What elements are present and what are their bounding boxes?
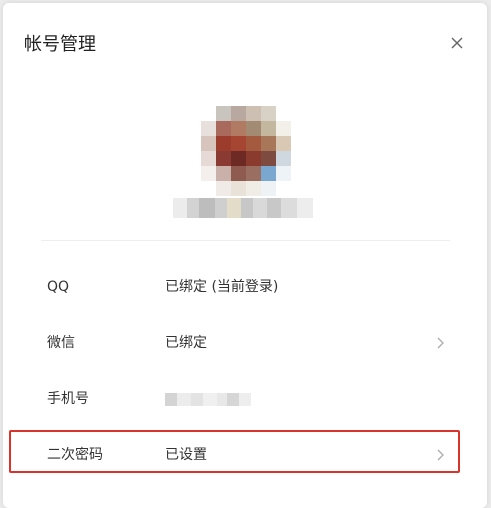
- row-label-qq: QQ: [47, 279, 70, 295]
- row-label-wechat: 微信: [47, 335, 75, 351]
- dialog-title: 帐号管理: [24, 34, 96, 55]
- row-label-phone: 手机号: [47, 391, 89, 407]
- row-phone: 手机号: [15, 377, 463, 421]
- avatar: [201, 106, 291, 196]
- highlight-box: [9, 430, 460, 473]
- row-wechat[interactable]: 微信 已绑定: [15, 321, 463, 365]
- chevron-right-icon: [437, 337, 444, 349]
- row-value-qq: 已绑定 (当前登录): [165, 279, 279, 295]
- username-blurred: [173, 198, 313, 218]
- phone-value-blurred: [165, 393, 251, 406]
- divider: [41, 240, 450, 241]
- row-qq: QQ 已绑定 (当前登录): [15, 265, 463, 309]
- row-value-wechat: 已绑定: [165, 335, 207, 351]
- close-icon[interactable]: [449, 35, 465, 51]
